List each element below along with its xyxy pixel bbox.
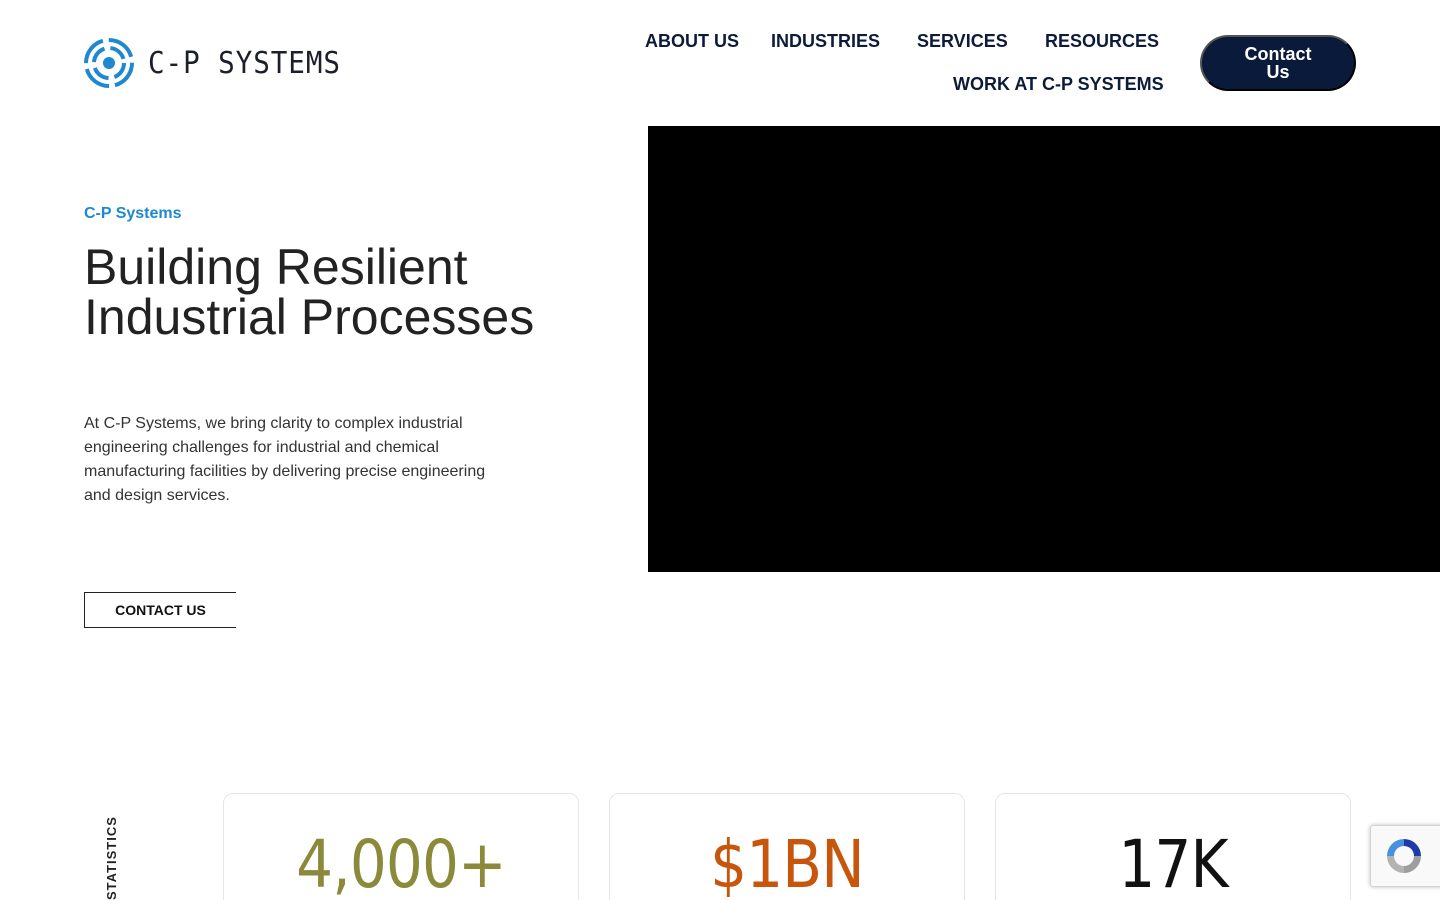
hero-headline: Building Resilient Industrial Processes	[84, 239, 535, 345]
contact-us-button[interactable]: Contact Us	[1200, 35, 1356, 91]
logo-text: C-P SYSTEMS	[148, 45, 341, 81]
stat-value: $1BN	[710, 826, 865, 900]
stat-card: 17K	[995, 793, 1351, 900]
hero-eyebrow: C-P Systems	[84, 205, 182, 222]
stat-value: 4,000+	[296, 826, 507, 900]
nav-about-us[interactable]: ABOUT US	[645, 31, 739, 52]
logo[interactable]: C-P SYSTEMS	[84, 38, 358, 88]
hero-contact-button[interactable]: CONTACT US	[84, 592, 236, 628]
stats-section-label: STATISTICS	[104, 816, 119, 900]
stat-value: 17K	[1118, 826, 1228, 900]
recaptcha-badge[interactable]	[1370, 825, 1440, 887]
recaptcha-icon	[1387, 839, 1421, 873]
stat-card: 4,000+	[223, 793, 579, 900]
hero-intro: At C-P Systems, we bring clarity to comp…	[84, 415, 486, 504]
nav-work-at-cp[interactable]: WORK AT C-P SYSTEMS	[953, 74, 1164, 95]
stat-card: $1BN	[609, 793, 965, 900]
nav-industries[interactable]: INDUSTRIES	[771, 31, 880, 52]
swirl-logo-icon	[84, 38, 134, 88]
nav-services[interactable]: SERVICES	[917, 31, 1008, 52]
hero-video[interactable]	[648, 126, 1440, 572]
nav-resources[interactable]: RESOURCES	[1045, 31, 1159, 52]
